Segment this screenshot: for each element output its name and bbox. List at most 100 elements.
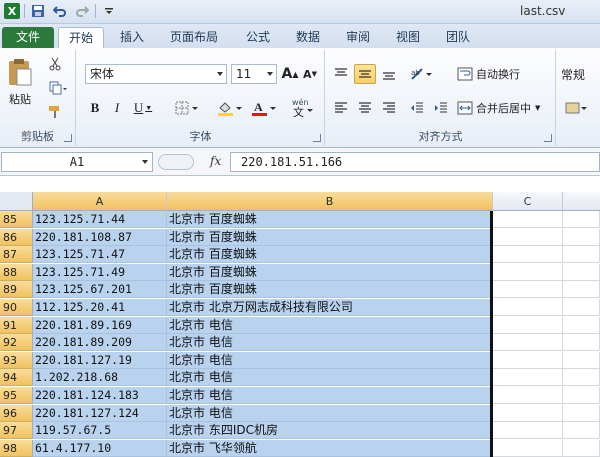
cell-ip[interactable]: 123.125.67.201	[33, 281, 167, 299]
cell-location[interactable]: 北京市 飞华领航	[167, 439, 492, 457]
font-launcher-icon[interactable]	[313, 134, 321, 142]
cell-empty[interactable]	[493, 369, 563, 387]
italic-button[interactable]: I	[107, 98, 127, 118]
cell-empty[interactable]	[493, 211, 563, 228]
undo-icon[interactable]	[51, 2, 69, 20]
insert-function-icon[interactable]: fx	[210, 154, 221, 168]
align-bottom-button[interactable]	[378, 64, 400, 84]
tab-file[interactable]: 文件	[2, 27, 54, 48]
cell-empty[interactable]	[493, 316, 563, 334]
cell-ip[interactable]: 1.202.218.68	[33, 369, 167, 387]
cell-location[interactable]: 北京市 电信	[167, 404, 492, 422]
increase-indent-button[interactable]	[430, 98, 452, 118]
cell-location[interactable]: 北京市 百度蜘蛛	[167, 228, 492, 246]
cell-location[interactable]: 北京市 电信	[167, 334, 492, 352]
cell-location[interactable]: 北京市 百度蜘蛛	[167, 281, 492, 299]
tab-home[interactable]: 开始	[58, 27, 105, 48]
row-header[interactable]: 91	[0, 316, 33, 334]
tab-view[interactable]: 视图	[386, 27, 430, 48]
cell-location[interactable]: 北京市 电信	[167, 316, 492, 334]
align-right-button[interactable]	[378, 98, 400, 118]
font-size-select[interactable]: 11	[231, 64, 277, 84]
cell-empty[interactable]	[563, 351, 600, 369]
cell-empty[interactable]	[493, 228, 563, 246]
orientation-button[interactable]: ab	[408, 64, 436, 84]
phonetic-guide-button[interactable]: wén 文	[289, 94, 317, 120]
copy-button[interactable]	[44, 78, 72, 98]
cell-empty[interactable]	[493, 281, 563, 299]
cell-ip[interactable]: 220.181.89.169	[33, 316, 167, 334]
customize-toolbar-icon[interactable]	[100, 2, 118, 20]
save-icon[interactable]	[29, 2, 47, 20]
underline-button[interactable]: U ▼	[129, 98, 157, 118]
name-box[interactable]: A1	[1, 152, 153, 172]
cell-empty[interactable]	[493, 246, 563, 264]
cell-location[interactable]: 北京市 百度蜘蛛	[167, 263, 492, 281]
row-header[interactable]: 86	[0, 228, 33, 246]
cell-location[interactable]: 北京市 百度蜘蛛	[167, 246, 492, 264]
cell-location[interactable]: 北京市 东四IDC机房	[167, 422, 492, 440]
column-header-a[interactable]: A	[33, 192, 167, 211]
wrap-text-button[interactable]: 自动换行	[456, 64, 532, 84]
row-header[interactable]: 89	[0, 281, 33, 299]
cell-empty[interactable]	[563, 228, 600, 246]
row-header[interactable]: 90	[0, 299, 33, 316]
cell-empty[interactable]	[563, 422, 600, 440]
cell-empty[interactable]	[493, 404, 563, 422]
cell-ip[interactable]: 123.125.71.49	[33, 263, 167, 281]
row-header[interactable]: 96	[0, 404, 33, 422]
cell-ip[interactable]: 220.181.89.209	[33, 334, 167, 352]
cell-empty[interactable]	[493, 299, 563, 316]
row-header[interactable]: 87	[0, 246, 33, 264]
bold-button[interactable]: B	[85, 98, 105, 118]
grow-font-button[interactable]: A ▲	[281, 64, 299, 84]
tab-team[interactable]: 团队	[436, 27, 480, 48]
row-header[interactable]: 85	[0, 211, 33, 228]
cell-ip[interactable]: 220.181.124.183	[33, 387, 167, 404]
tab-data[interactable]: 数据	[286, 27, 330, 48]
cell-location[interactable]: 北京市 电信	[167, 369, 492, 387]
formula-bar-splitter[interactable]	[158, 154, 194, 170]
tab-page-layout[interactable]: 页面布局	[160, 27, 228, 48]
format-painter-button[interactable]	[44, 102, 66, 122]
column-header-b[interactable]: B	[167, 192, 493, 211]
number-format-select[interactable]: 常规	[561, 66, 585, 83]
cell-location[interactable]: 北京市 电信	[167, 387, 492, 404]
borders-button[interactable]	[173, 98, 201, 118]
decrease-indent-button[interactable]	[406, 98, 428, 118]
row-header[interactable]: 98	[0, 439, 33, 457]
cell-location[interactable]: 北京市 北京万网志成科技有限公司	[167, 299, 492, 316]
align-middle-button[interactable]	[354, 64, 376, 84]
cell-empty[interactable]	[563, 299, 600, 316]
row-header[interactable]: 95	[0, 387, 33, 404]
cell-empty[interactable]	[493, 422, 563, 440]
cell-empty[interactable]	[563, 316, 600, 334]
column-header-c[interactable]: C	[493, 192, 563, 211]
cell-ip[interactable]: 61.4.177.10	[33, 439, 167, 457]
cell-empty[interactable]	[493, 439, 563, 457]
cell-location[interactable]: 北京市 百度蜘蛛	[167, 211, 492, 228]
tab-insert[interactable]: 插入	[110, 27, 154, 48]
row-header[interactable]: 92	[0, 334, 33, 352]
clipboard-launcher-icon[interactable]	[64, 134, 72, 142]
align-center-button[interactable]	[354, 98, 376, 118]
cell-ip[interactable]: 220.181.108.87	[33, 228, 167, 246]
cell-empty[interactable]	[563, 334, 600, 352]
cell-empty[interactable]	[493, 387, 563, 404]
alignment-launcher-icon[interactable]	[544, 134, 552, 142]
align-top-button[interactable]	[330, 64, 352, 84]
cell-empty[interactable]	[563, 387, 600, 404]
tab-formulas[interactable]: 公式	[236, 27, 280, 48]
select-all-corner[interactable]	[0, 192, 33, 211]
row-header[interactable]: 93	[0, 351, 33, 369]
cell-empty[interactable]	[563, 369, 600, 387]
paste-button[interactable]: 粘贴	[4, 54, 36, 110]
cell-ip[interactable]: 123.125.71.44	[33, 211, 167, 228]
cell-location[interactable]: 北京市 电信	[167, 351, 492, 369]
cell-ip[interactable]: 220.181.127.19	[33, 351, 167, 369]
cell-empty[interactable]	[563, 263, 600, 281]
cell-empty[interactable]	[493, 334, 563, 352]
formula-input[interactable]: 220.181.51.166	[230, 152, 600, 172]
font-color-button[interactable]: A	[249, 98, 279, 118]
cell-empty[interactable]	[563, 211, 600, 228]
